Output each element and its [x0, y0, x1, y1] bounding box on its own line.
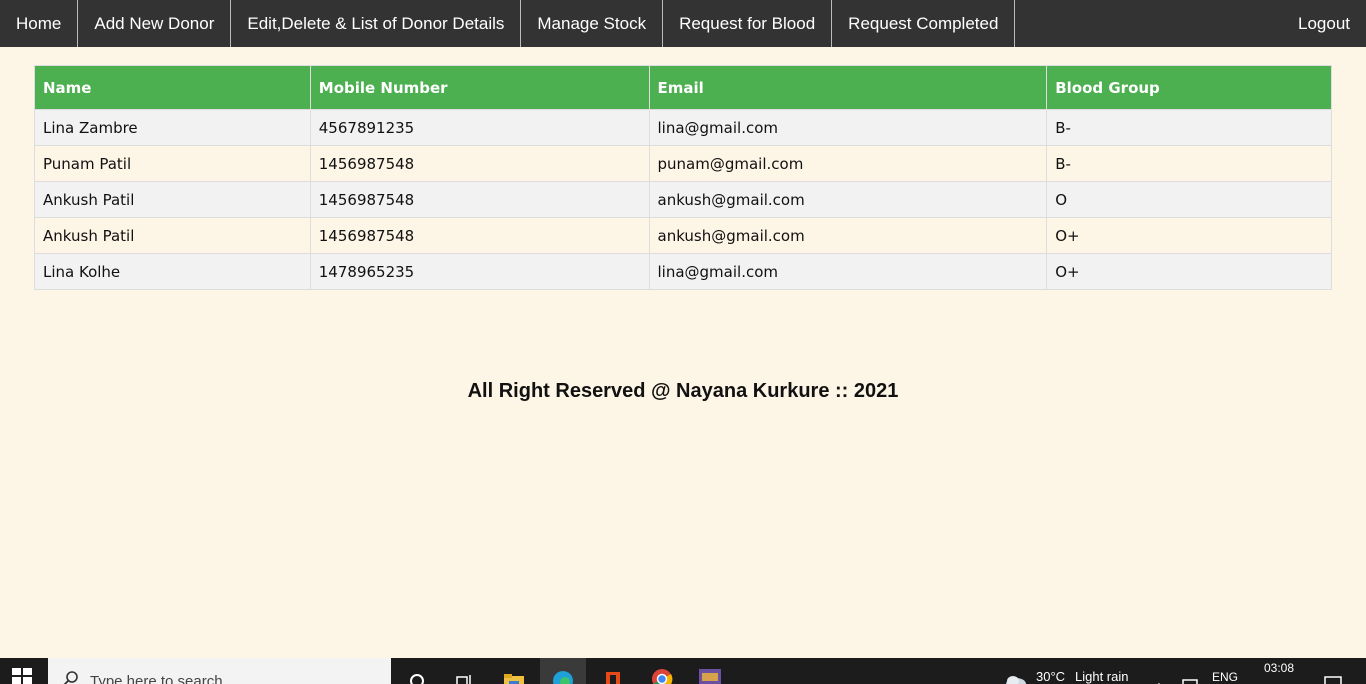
cell-name: Ankush Patil: [34, 181, 311, 218]
page-footer: All Right Reserved @ Nayana Kurkure :: 2…: [467, 380, 899, 402]
cortana-icon[interactable]: [402, 658, 432, 684]
header-email: Email: [648, 65, 1048, 110]
table-header-row: Name Mobile Number Email Blood Group: [34, 65, 1332, 110]
network-icon[interactable]: [1176, 658, 1206, 684]
cell-mobile: 1456987548: [309, 181, 650, 218]
language-indicator[interactable]: ENG: [1212, 658, 1238, 684]
task-view-icon[interactable]: [449, 658, 479, 684]
nav-home-link[interactable]: Home: [0, 0, 79, 47]
office-icon[interactable]: [598, 658, 628, 684]
weather-cloud-icon: [1001, 658, 1031, 684]
windows-taskbar: Type here to search 30°C Light rain ENG …: [0, 658, 1366, 684]
weather-description[interactable]: Light rain: [1075, 658, 1128, 684]
cell-email: lina@gmail.com: [648, 253, 1048, 290]
cell-mobile: 1456987548: [309, 145, 650, 182]
edge-browser-icon[interactable]: [540, 658, 586, 684]
table-row: Lina Kolhe 1478965235 lina@gmail.com O+: [34, 253, 1332, 290]
windows-start-icon[interactable]: [12, 668, 32, 684]
notification-icon[interactable]: [1318, 658, 1348, 684]
cell-email: punam@gmail.com: [648, 145, 1048, 182]
cell-blood-group: B-: [1046, 109, 1332, 146]
cell-name: Lina Zambre: [34, 109, 311, 146]
search-placeholder: Type here to search: [90, 673, 223, 684]
table-row: Lina Zambre 4567891235 lina@gmail.com B-: [34, 109, 1332, 146]
file-explorer-icon[interactable]: [499, 658, 529, 684]
header-mobile-number: Mobile Number: [309, 65, 650, 110]
cell-blood-group: O+: [1046, 253, 1332, 290]
cell-mobile: 1456987548: [309, 217, 650, 254]
weather-temperature[interactable]: 30°C: [1036, 658, 1065, 684]
cell-name: Punam Patil: [34, 145, 311, 182]
app-thumbnail-icon[interactable]: [695, 658, 725, 684]
cell-blood-group: O+: [1046, 217, 1332, 254]
cell-email: ankush@gmail.com: [648, 181, 1048, 218]
nav-edit-delete-list-donor-link[interactable]: Edit,Delete & List of Donor Details: [231, 0, 522, 47]
header-blood-group: Blood Group: [1046, 65, 1332, 110]
taskbar-search-box[interactable]: Type here to search: [48, 658, 391, 684]
table-row: Ankush Patil 1456987548 ankush@gmail.com…: [34, 217, 1332, 254]
nav-request-for-blood-link[interactable]: Request for Blood: [663, 0, 833, 47]
cell-mobile: 1478965235: [309, 253, 650, 290]
chevron-up-icon[interactable]: [1144, 658, 1174, 684]
cell-email: lina@gmail.com: [648, 109, 1048, 146]
cell-name: Ankush Patil: [34, 217, 311, 254]
logout-link[interactable]: Logout: [1282, 0, 1366, 47]
nav-add-new-donor-link[interactable]: Add New Donor: [78, 0, 232, 47]
search-icon: [63, 671, 78, 684]
cell-blood-group: O: [1046, 181, 1332, 218]
header-name: Name: [34, 65, 311, 110]
nav-request-completed-link[interactable]: Request Completed: [832, 0, 1016, 47]
chrome-browser-icon[interactable]: [647, 658, 677, 684]
table-row: Punam Patil 1456987548 punam@gmail.com B…: [34, 145, 1332, 182]
clock-time[interactable]: 03:08: [1264, 658, 1294, 684]
table-row: Ankush Patil 1456987548 ankush@gmail.com…: [34, 181, 1332, 218]
nav-manage-stock-link[interactable]: Manage Stock: [521, 0, 664, 47]
cell-email: ankush@gmail.com: [648, 217, 1048, 254]
cell-blood-group: B-: [1046, 145, 1332, 182]
cell-mobile: 4567891235: [309, 109, 650, 146]
donor-table: Name Mobile Number Email Blood Group Lin…: [34, 65, 1332, 290]
top-navbar: Home Add New Donor Edit,Delete & List of…: [0, 0, 1366, 47]
cell-name: Lina Kolhe: [34, 253, 311, 290]
